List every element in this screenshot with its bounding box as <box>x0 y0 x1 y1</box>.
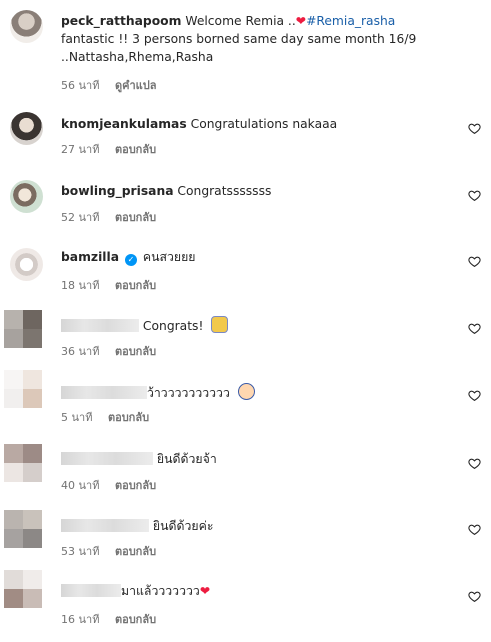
comment-body: มาแล้ววววววว❤ <box>61 582 461 600</box>
comment-item: knomjeankulamas Congratulations nakaaa 2… <box>0 100 491 168</box>
comment-text: Congrats! <box>142 319 204 333</box>
timestamp: 56 นาที <box>61 79 100 92</box>
comment-body: peck_ratthapoom Welcome Remia ..❤#Remia_… <box>61 12 451 66</box>
reply-button[interactable]: ตอบกลับ <box>115 143 156 156</box>
comment-text: fantastic !! 3 persons borned same day s… <box>61 32 417 64</box>
avatar[interactable] <box>10 10 43 43</box>
comment-meta: 5 นาที ตอบกลับ <box>61 408 149 426</box>
comment-meta: 16 นาที ตอบกลับ <box>61 610 156 628</box>
comment-meta: 40 นาที ตอบกลับ <box>61 476 156 494</box>
avatar[interactable] <box>10 248 43 281</box>
comment-text: Congratsssssss <box>177 184 272 198</box>
comment-item: ยินดีด้วยจ้า 40 นาที ตอบกลับ <box>0 436 491 502</box>
comment-meta: 36 นาที ตอบกลับ <box>61 342 156 360</box>
heart-outline-icon[interactable] <box>468 122 481 135</box>
reply-button[interactable]: ตอบกลับ <box>115 545 156 558</box>
comment-text: คนสวยยย <box>142 250 196 264</box>
avatar[interactable] <box>4 310 42 348</box>
comment-meta: 56 นาที ดูคำแปล <box>61 76 156 94</box>
timestamp: 27 นาที <box>61 143 100 156</box>
timestamp: 36 นาที <box>61 345 100 358</box>
reply-button[interactable]: ตอบกลับ <box>115 211 156 224</box>
hashtag-link[interactable]: #Remia_rasha <box>306 14 395 28</box>
avatar[interactable] <box>4 370 42 408</box>
comment-item: bowling_prisana Congratsssssss 52 นาที ต… <box>0 168 491 236</box>
raised-fists-emoji <box>211 316 229 333</box>
comment-item: ยินดีด้วยค่ะ 53 นาที ตอบกลับ <box>0 502 491 568</box>
verified-badge-icon: ✓ <box>124 254 137 266</box>
avatar[interactable] <box>10 180 43 213</box>
comment-body: Congrats! <box>61 316 461 335</box>
comment-meta: 18 นาที ตอบกลับ <box>61 276 156 294</box>
timestamp: 16 นาที <box>61 613 100 626</box>
comment-item: bamzilla ✓ คนสวยยย 18 นาที ตอบกลับ <box>0 236 491 304</box>
comment-item: Congrats! 36 นาที ตอบกลับ <box>0 304 491 370</box>
avatar[interactable] <box>4 570 42 608</box>
comment-item: ว้าวววววววววว 5 นาที ตอบกลับ <box>0 370 491 436</box>
comment-meta: 53 นาที ตอบกลับ <box>61 542 156 560</box>
comment-text: ยินดีด้วยจ้า <box>156 452 217 466</box>
heart-outline-icon[interactable] <box>468 590 481 603</box>
comment-item: peck_ratthapoom Welcome Remia ..❤#Remia_… <box>0 0 491 100</box>
heart-outline-icon[interactable] <box>468 457 481 470</box>
timestamp: 53 นาที <box>61 545 100 558</box>
username[interactable]: bowling_prisana <box>61 184 174 198</box>
comment-meta: 52 นาที ตอบกลับ <box>61 208 156 226</box>
avatar[interactable] <box>4 444 42 482</box>
comment-list: peck_ratthapoom Welcome Remia ..❤#Remia_… <box>0 0 491 642</box>
heart-outline-icon[interactable] <box>468 322 481 335</box>
username[interactable]: peck_ratthapoom <box>61 14 181 28</box>
reply-button[interactable]: ตอบกลับ <box>115 279 156 292</box>
username[interactable]: knomjeankulamas <box>61 117 187 131</box>
heart-outline-icon[interactable] <box>468 255 481 268</box>
username[interactable]: bamzilla <box>61 250 119 264</box>
reply-button[interactable]: ตอบกลับ <box>108 411 149 424</box>
timestamp: 52 นาที <box>61 211 100 224</box>
see-translation-link[interactable]: ดูคำแปล <box>115 79 157 92</box>
avatar[interactable] <box>10 112 43 145</box>
redacted-username <box>61 584 121 597</box>
timestamp: 40 นาที <box>61 479 100 492</box>
comment-item: มาแล้ววววววว❤ 16 นาที ตอบกลับ <box>0 568 491 642</box>
timestamp: 18 นาที <box>61 279 100 292</box>
reply-button[interactable]: ตอบกลับ <box>115 345 156 358</box>
redacted-username <box>61 386 147 399</box>
redacted-username <box>61 319 139 332</box>
comment-body: bamzilla ✓ คนสวยยย <box>61 248 461 266</box>
comment-text: มาแล้ววววววว <box>121 584 200 598</box>
red-heart-emoji: ❤ <box>199 584 211 598</box>
reply-button[interactable]: ตอบกลับ <box>115 479 156 492</box>
redacted-username <box>61 452 153 465</box>
comment-body: ว้าวววววววววว <box>61 383 461 402</box>
comment-text: Congratulations nakaaa <box>190 117 338 131</box>
reply-button[interactable]: ตอบกลับ <box>115 613 156 626</box>
police-face-emoji <box>237 383 255 400</box>
heart-outline-icon[interactable] <box>468 389 481 402</box>
red-heart-emoji: ❤ <box>295 14 307 28</box>
comment-text: ยินดีด้วยค่ะ <box>152 519 214 533</box>
timestamp: 5 นาที <box>61 411 93 424</box>
comment-body: ยินดีด้วยจ้า <box>61 450 461 468</box>
comment-body: bowling_prisana Congratsssssss <box>61 182 461 200</box>
comment-body: knomjeankulamas Congratulations nakaaa <box>61 115 461 133</box>
heart-outline-icon[interactable] <box>468 189 481 202</box>
avatar[interactable] <box>4 510 42 548</box>
comment-body: ยินดีด้วยค่ะ <box>61 517 461 535</box>
comment-text: ว้าวววววววววว <box>147 386 230 400</box>
heart-outline-icon[interactable] <box>468 523 481 536</box>
comment-meta: 27 นาที ตอบกลับ <box>61 140 156 158</box>
redacted-username <box>61 519 149 532</box>
comment-text: Welcome Remia .. <box>185 14 296 28</box>
